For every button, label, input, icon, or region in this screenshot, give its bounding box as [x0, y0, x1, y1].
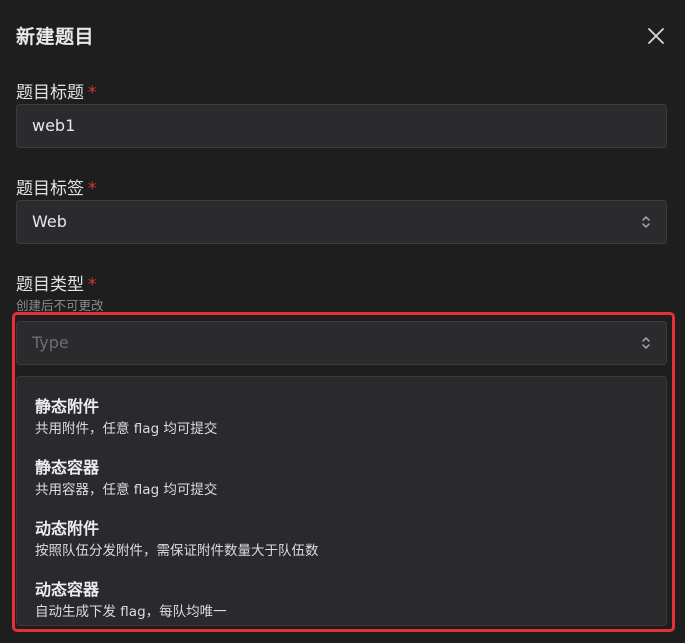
type-field-label: 题目类型 * — [16, 270, 97, 295]
close-button[interactable] — [642, 22, 670, 50]
tag-select-value: Web — [32, 212, 67, 231]
required-mark: * — [88, 179, 97, 199]
chevron-up-down-icon — [640, 334, 652, 352]
chevron-up-down-icon — [640, 213, 652, 231]
tag-field-label: 题目标签 * — [16, 174, 97, 199]
tag-select[interactable]: Web — [16, 200, 667, 244]
close-icon — [642, 22, 670, 50]
dropdown-option-dynamic-container[interactable]: 动态容器 自动生成下发 flag，每队均唯一 — [17, 568, 666, 629]
option-description: 自动生成下发 flag，每队均唯一 — [35, 604, 227, 620]
option-description: 共用附件，任意 flag 均可提交 — [35, 421, 218, 437]
type-select-placeholder: Type — [32, 333, 69, 352]
dropdown-option-static-container[interactable]: 静态容器 共用容器，任意 flag 均可提交 — [17, 446, 666, 507]
title-label-text: 题目标题 — [16, 83, 84, 103]
title-field-label: 题目标题 * — [16, 78, 97, 103]
title-input-value: web1 — [32, 116, 76, 135]
dropdown-option-dynamic-attachment[interactable]: 动态附件 按照队伍分发附件，需保证附件数量大于队伍数 — [17, 507, 666, 568]
option-description: 按照队伍分发附件，需保证附件数量大于队伍数 — [35, 543, 319, 559]
title-input[interactable]: web1 — [16, 104, 667, 148]
type-dropdown-menu: 静态附件 共用附件，任意 flag 均可提交 静态容器 共用容器，任意 flag… — [16, 376, 667, 626]
type-field-hint: 创建后不可更改 — [16, 298, 104, 313]
tag-label-text: 题目标签 — [16, 179, 84, 199]
option-title: 静态附件 — [35, 397, 100, 416]
modal-title: 新建题目 — [16, 26, 95, 48]
option-title: 动态附件 — [35, 519, 100, 538]
dropdown-option-static-attachment[interactable]: 静态附件 共用附件，任意 flag 均可提交 — [17, 385, 666, 446]
required-mark: * — [88, 83, 97, 103]
type-label-text: 题目类型 — [16, 275, 84, 295]
type-select[interactable]: Type — [16, 321, 667, 365]
required-mark: * — [88, 275, 97, 295]
option-title: 动态容器 — [35, 580, 100, 599]
option-description: 共用容器，任意 flag 均可提交 — [35, 482, 218, 498]
create-challenge-modal: 新建题目 题目标题 * web1 题目标签 * Web 题目类型 * 创建后不可更改 — [0, 0, 685, 643]
option-title: 静态容器 — [35, 458, 100, 477]
